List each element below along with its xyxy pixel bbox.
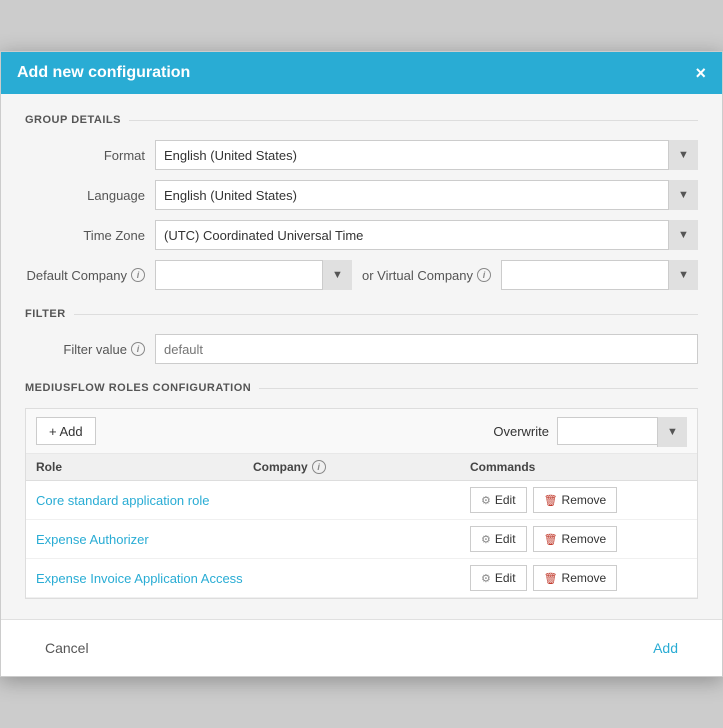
default-company-select[interactable] — [155, 260, 352, 290]
trash-icon: 🗑 — [544, 533, 558, 546]
filter-row: Filter value i — [25, 334, 698, 364]
virtual-company-info-icon[interactable]: i — [477, 268, 491, 282]
virtual-company-select[interactable] — [501, 260, 698, 290]
format-label: Format — [25, 148, 145, 163]
remove-button[interactable]: 🗑 Remove — [533, 526, 618, 552]
modal-add-configuration: Add new configuration × GROUP DETAILS Fo… — [0, 51, 723, 677]
edit-button[interactable]: ⚙ Edit — [470, 526, 527, 552]
format-select-wrapper: English (United States) ▼ — [155, 140, 698, 170]
roles-table-header: Role Company i Commands — [26, 454, 697, 481]
role-name[interactable]: Expense Invoice Application Access — [36, 571, 253, 586]
timezone-select-wrapper: (UTC) Coordinated Universal Time ▼ — [155, 220, 698, 250]
filter-value-input[interactable] — [155, 334, 698, 364]
col-header-company: Company i — [253, 460, 470, 474]
language-select[interactable]: English (United States) — [155, 180, 698, 210]
role-commands: ⚙ Edit 🗑 Remove — [470, 487, 687, 513]
language-select-wrapper: English (United States) ▼ — [155, 180, 698, 210]
role-name[interactable]: Expense Authorizer — [36, 532, 253, 547]
overwrite-select[interactable] — [557, 417, 687, 445]
gear-icon: ⚙ — [481, 572, 491, 585]
filter-value-info-icon[interactable]: i — [131, 342, 145, 356]
virtual-company-select-wrapper: ▼ — [501, 260, 698, 290]
roles-table-container: + Add Overwrite ▼ Role Company i — [25, 408, 698, 599]
overwrite-label: Overwrite — [493, 424, 549, 439]
timezone-row: Time Zone (UTC) Coordinated Universal Ti… — [25, 220, 698, 250]
table-row: Expense Authorizer ⚙ Edit 🗑 Remove — [26, 520, 697, 559]
modal-header: Add new configuration × — [1, 52, 722, 94]
remove-button[interactable]: 🗑 Remove — [533, 565, 618, 591]
company-row: Default Company i ▼ or Virtual Company i — [25, 260, 698, 290]
format-row: Format English (United States) ▼ — [25, 140, 698, 170]
filter-section: FILTER Filter value i — [25, 308, 698, 364]
company-col-info-icon[interactable]: i — [312, 460, 326, 474]
format-select[interactable]: English (United States) — [155, 140, 698, 170]
timezone-select[interactable]: (UTC) Coordinated Universal Time — [155, 220, 698, 250]
add-role-button[interactable]: + Add — [36, 417, 96, 445]
gear-icon: ⚙ — [481, 533, 491, 546]
roles-table-body: Core standard application role ⚙ Edit 🗑 … — [26, 481, 697, 598]
edit-button[interactable]: ⚙ Edit — [470, 487, 527, 513]
edit-button[interactable]: ⚙ Edit — [470, 565, 527, 591]
trash-icon: 🗑 — [544, 572, 558, 585]
col-header-role: Role — [36, 460, 253, 474]
roles-section: MEDIUSFLOW ROLES CONFIGURATION + Add Ove… — [25, 382, 698, 599]
role-commands: ⚙ Edit 🗑 Remove — [470, 526, 687, 552]
remove-button[interactable]: 🗑 Remove — [533, 487, 618, 513]
overwrite-select-wrapper: ▼ — [557, 417, 687, 445]
language-row: Language English (United States) ▼ — [25, 180, 698, 210]
gear-icon: ⚙ — [481, 494, 491, 507]
filter-value-label: Filter value i — [25, 342, 145, 357]
default-company-info-icon[interactable]: i — [131, 268, 145, 282]
role-commands: ⚙ Edit 🗑 Remove — [470, 565, 687, 591]
cancel-button[interactable]: Cancel — [25, 634, 109, 662]
modal-footer: Cancel Add — [1, 619, 722, 676]
modal-body: GROUP DETAILS Format English (United Sta… — [1, 94, 722, 619]
group-details-title: GROUP DETAILS — [25, 114, 698, 126]
table-row: Core standard application role ⚙ Edit 🗑 … — [26, 481, 697, 520]
modal-title: Add new configuration — [17, 64, 190, 82]
roles-toolbar: + Add Overwrite ▼ — [26, 409, 697, 454]
col-header-commands: Commands — [470, 460, 687, 474]
default-company-select-wrapper: ▼ — [155, 260, 352, 290]
table-row: Expense Invoice Application Access ⚙ Edi… — [26, 559, 697, 598]
virtual-company-label: or Virtual Company i — [362, 268, 491, 283]
trash-icon: 🗑 — [544, 494, 558, 507]
close-button[interactable]: × — [695, 64, 706, 82]
filter-section-title: FILTER — [25, 308, 698, 320]
group-details-section: GROUP DETAILS Format English (United Sta… — [25, 114, 698, 290]
role-name[interactable]: Core standard application role — [36, 493, 253, 508]
timezone-label: Time Zone — [25, 228, 145, 243]
default-company-label: Default Company i — [25, 268, 145, 283]
roles-section-title: MEDIUSFLOW ROLES CONFIGURATION — [25, 382, 698, 394]
add-button[interactable]: Add — [633, 634, 698, 662]
language-label: Language — [25, 188, 145, 203]
